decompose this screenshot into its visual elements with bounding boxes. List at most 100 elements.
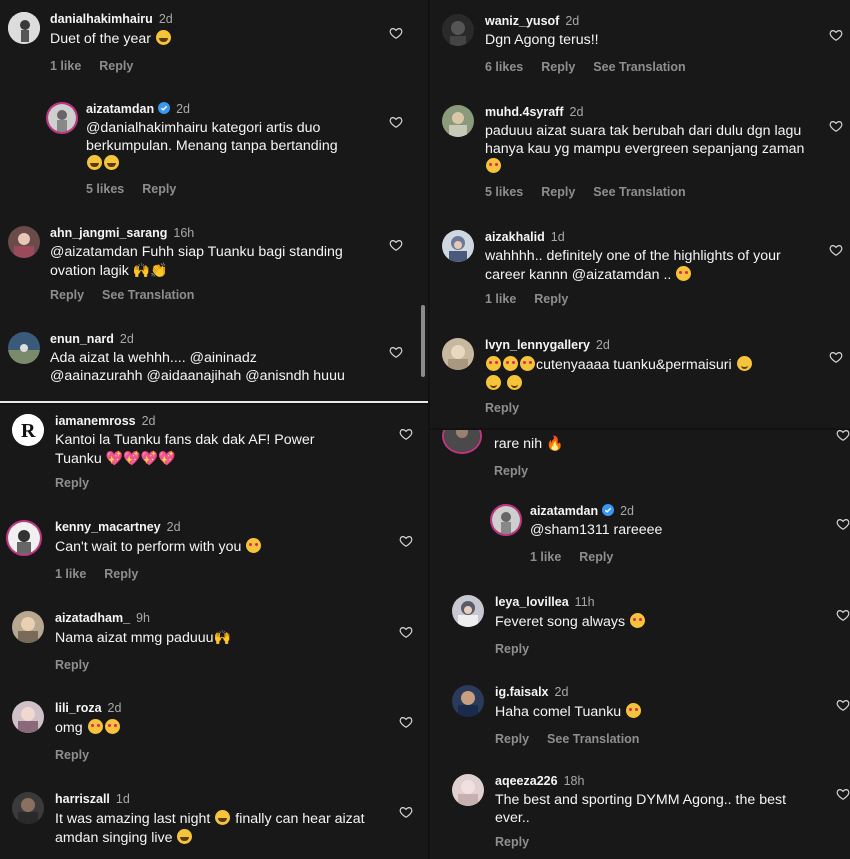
like-heart-icon[interactable] <box>399 534 413 548</box>
avatar[interactable] <box>452 685 484 717</box>
likes-count[interactable]: 5 likes <box>485 185 523 199</box>
comment-username[interactable]: ahn_jangmi_sarang <box>50 226 167 240</box>
comment-username[interactable]: aizatamdan <box>530 504 598 518</box>
avatar[interactable] <box>46 102 78 134</box>
avatar[interactable] <box>12 611 44 643</box>
like-heart-icon[interactable] <box>389 115 403 129</box>
comment-time: 2d <box>554 685 569 699</box>
avatar[interactable] <box>12 701 44 733</box>
comment-text: It was amazing last night <box>55 811 211 827</box>
avatar[interactable] <box>442 14 474 46</box>
comment-username[interactable]: muhd.4syraff <box>485 105 564 119</box>
reply-button[interactable]: Reply <box>579 550 613 564</box>
reply-button[interactable]: Reply <box>495 835 529 849</box>
see-translation-link[interactable]: See Translation <box>593 185 685 199</box>
comment-username[interactable]: ig.faisalx <box>495 685 549 699</box>
divider <box>0 401 428 403</box>
like-heart-icon[interactable] <box>829 243 843 257</box>
comment-time: 2d <box>176 102 190 116</box>
reply-button[interactable]: Reply <box>495 732 529 746</box>
like-heart-icon[interactable] <box>836 430 850 442</box>
avatar[interactable] <box>452 595 484 627</box>
comment-username[interactable]: lili_roza <box>55 701 102 715</box>
see-translation-link[interactable]: See Translation <box>102 288 194 302</box>
likes-count[interactable]: 5 likes <box>86 182 124 196</box>
comment-username[interactable]: leya_lovillea <box>495 595 569 609</box>
reply-button[interactable]: Reply <box>50 288 84 302</box>
fire-emoji-icon: 🔥 <box>546 435 564 451</box>
avatar[interactable] <box>442 105 474 137</box>
like-heart-icon[interactable] <box>389 26 403 40</box>
avatar[interactable] <box>490 504 522 536</box>
see-translation-link[interactable]: See Translation <box>593 60 685 74</box>
see-translation-link[interactable]: See Translation <box>547 732 639 746</box>
comment-username[interactable]: enun_nard <box>50 332 114 346</box>
like-heart-icon[interactable] <box>829 119 843 133</box>
comment-time: 2d <box>595 338 610 352</box>
reply-button[interactable]: Reply <box>541 185 575 199</box>
avatar[interactable] <box>6 520 42 556</box>
svg-text:R: R <box>21 420 36 442</box>
like-heart-icon[interactable] <box>829 28 843 42</box>
like-heart-icon[interactable] <box>836 698 850 712</box>
like-heart-icon[interactable] <box>389 238 403 252</box>
comment-text: rare nih <box>494 436 543 452</box>
likes-count[interactable]: 1 like <box>55 567 86 581</box>
comment-text: Can't wait to perform with you <box>55 539 242 555</box>
like-heart-icon[interactable] <box>399 427 413 441</box>
comment-username[interactable]: lvyn_lennygallery <box>485 338 590 352</box>
like-heart-icon[interactable] <box>389 345 403 359</box>
avatar[interactable] <box>452 774 484 806</box>
comment-text: Nama aizat mmg paduuu <box>55 630 214 646</box>
comment-text: wahhhh.. definitely one of the highlight… <box>485 248 781 283</box>
comment-username[interactable]: kenny_macartney <box>55 520 161 534</box>
likes-count[interactable]: 1 like <box>50 59 81 73</box>
reply-button[interactable]: Reply <box>55 476 89 490</box>
like-heart-icon[interactable] <box>836 608 850 622</box>
reply-button[interactable]: Reply <box>55 748 89 762</box>
avatar[interactable] <box>8 332 40 364</box>
avatar[interactable] <box>442 230 474 262</box>
comment-username[interactable]: harriszall <box>55 792 110 806</box>
likes-count[interactable]: 6 likes <box>485 60 523 74</box>
like-heart-icon[interactable] <box>829 350 843 364</box>
comment-time: 2d <box>158 12 173 26</box>
comment-username[interactable]: aqeeza226 <box>495 774 558 788</box>
comment-username[interactable]: danialhakimhairu <box>50 12 153 26</box>
comment-username[interactable]: waniz_yusof <box>485 14 559 28</box>
like-heart-icon[interactable] <box>399 805 413 819</box>
avatar[interactable] <box>8 226 40 258</box>
comment-username[interactable]: aizakhalid <box>485 230 545 244</box>
comment-username[interactable]: aizatadham_ <box>55 611 130 625</box>
comment-username[interactable]: aizatamdan <box>86 102 154 116</box>
scrollbar[interactable] <box>421 305 425 377</box>
like-heart-icon[interactable] <box>836 787 850 801</box>
comment-time: 9h <box>136 611 150 625</box>
reply-button[interactable]: Reply <box>55 658 89 672</box>
avatar[interactable] <box>8 12 40 44</box>
likes-count[interactable]: 1 like <box>485 292 516 306</box>
avatar[interactable] <box>442 430 482 454</box>
avatar[interactable] <box>442 338 474 370</box>
likes-count[interactable]: 1 like <box>530 550 561 564</box>
heart-eyes-emoji-icon <box>486 158 501 173</box>
avatar[interactable]: R <box>12 414 44 446</box>
heart-eyes-emoji-icon <box>486 356 501 371</box>
reply-button[interactable]: Reply <box>534 292 568 306</box>
avatar[interactable] <box>12 792 44 824</box>
reply-button[interactable]: Reply <box>99 59 133 73</box>
reply-button[interactable]: Reply <box>485 401 519 415</box>
comment-text: Haha comel Tuanku <box>495 704 622 720</box>
like-heart-icon[interactable] <box>836 517 850 531</box>
comment-time: 2d <box>107 701 122 715</box>
reply-button[interactable]: Reply <box>494 464 528 478</box>
like-heart-icon[interactable] <box>399 715 413 729</box>
reply-button[interactable]: Reply <box>142 182 176 196</box>
heart-eyes-emoji-icon <box>104 719 120 734</box>
reply-button[interactable]: Reply <box>104 567 138 581</box>
comments-panel-top-right: waniz_yusof 2d Dgn Agong terus!! 6 likes R… <box>430 0 850 428</box>
like-heart-icon[interactable] <box>399 625 413 639</box>
reply-button[interactable]: Reply <box>541 60 575 74</box>
reply-button[interactable]: Reply <box>495 642 529 656</box>
comment-username[interactable]: iamanemross <box>55 414 136 428</box>
